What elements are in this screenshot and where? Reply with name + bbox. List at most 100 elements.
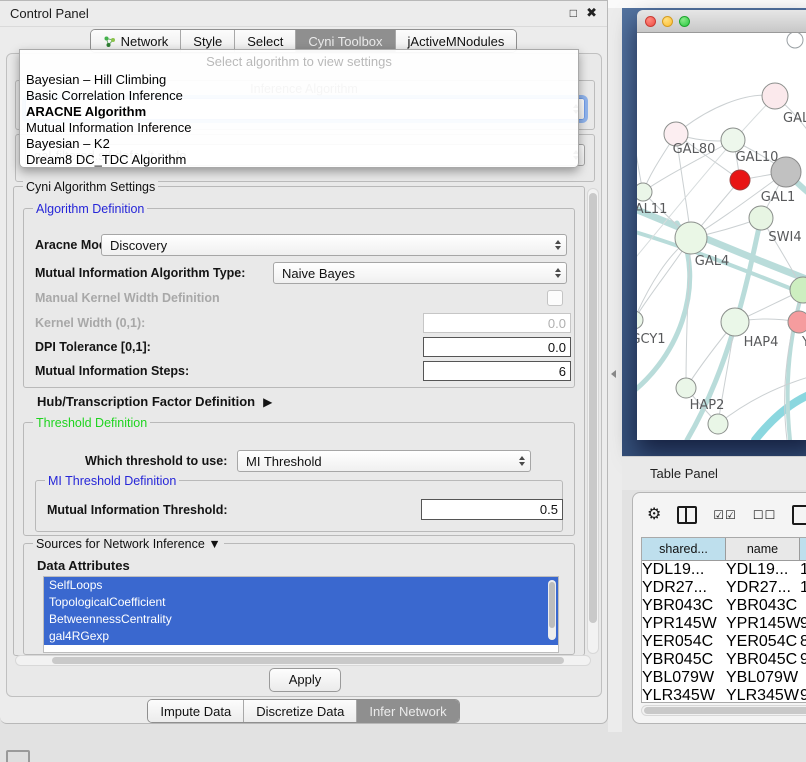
table-cell[interactable]: 9. — [800, 687, 806, 703]
network-node[interactable] — [637, 311, 643, 329]
apply-button[interactable]: Apply — [269, 668, 341, 692]
network-edge[interactable] — [755, 391, 806, 440]
network-node[interactable] — [749, 206, 773, 230]
scrollbar-thumb[interactable] — [644, 707, 806, 714]
aracne-mode-combobox[interactable]: Discovery — [101, 234, 567, 256]
column-header-shared[interactable]: shared... — [642, 538, 726, 561]
table-cell[interactable]: 9. — [800, 651, 806, 669]
float-window-icon[interactable]: □ — [570, 5, 577, 21]
algorithm-option-mutual-information-inference[interactable]: Mutual Information Inference — [26, 120, 578, 136]
table-cell[interactable]: YPR145W — [642, 615, 726, 633]
table-row[interactable]: YBR043CYBR043C — [642, 597, 806, 615]
table-row[interactable]: YER054CYER054C8. — [642, 633, 806, 651]
panel-divider[interactable] — [608, 8, 622, 732]
data-attribute-item[interactable]: gal4RGexp — [44, 628, 558, 645]
table-cell[interactable]: YLR345W — [642, 687, 726, 703]
table-cell[interactable]: YDL19... — [726, 561, 800, 579]
table-cell[interactable] — [800, 669, 806, 687]
network-node[interactable] — [676, 378, 696, 398]
network-edge[interactable] — [676, 95, 775, 134]
collapse-left-icon[interactable] — [611, 370, 616, 378]
table-row[interactable]: YLR345WYLR345W9. — [642, 687, 806, 703]
control-panel-titlebar[interactable]: Control Panel □ ✖ — [0, 1, 607, 27]
data-attribute-item[interactable]: TopologicalCoefficient — [44, 594, 558, 611]
table-cell[interactable]: YER054C — [642, 633, 726, 651]
network-node[interactable] — [788, 311, 806, 333]
new-table-icon[interactable] — [792, 505, 806, 525]
algorithm-option-bayesian-hill-climbing[interactable]: Bayesian – Hill Climbing — [26, 72, 578, 88]
algorithm-option-basic-correlation-inference[interactable]: Basic Correlation Inference — [26, 88, 578, 104]
table-cell[interactable]: YDL19... — [642, 561, 726, 579]
algorithm-option-aracne-algorithm[interactable]: ARACNE Algorithm — [26, 104, 578, 120]
network-window-titlebar[interactable] — [637, 10, 806, 33]
mi-algorithm-type-combobox[interactable]: Naive Bayes — [273, 262, 567, 284]
which-threshold-combobox[interactable]: MI Threshold — [237, 450, 531, 472]
table-cell[interactable]: YPR145W — [726, 615, 800, 633]
table-cell[interactable]: YER054C — [726, 633, 800, 651]
manual-kernel-width-checkbox[interactable] — [547, 290, 563, 306]
table-row[interactable]: YPR145WYPR145W9. — [642, 615, 806, 633]
table-cell[interactable]: YBL079W — [726, 669, 800, 687]
settings-vertical-scrollbar[interactable] — [587, 188, 599, 654]
columns-icon[interactable] — [677, 506, 697, 524]
table-row[interactable]: YBL079WYBL079W — [642, 669, 806, 687]
table-cell[interactable]: YBR043C — [726, 597, 800, 615]
network-node[interactable] — [730, 170, 750, 190]
algorithm-option-dream8-dc-tdc-algorithm[interactable]: Dream8 DC_TDC Algorithm — [26, 152, 578, 168]
network-node[interactable] — [675, 222, 707, 254]
list-scrollbar[interactable] — [548, 580, 556, 640]
table-cell[interactable]: YDR27... — [726, 579, 800, 597]
network-view-window[interactable]: GALGAL80GAL10GAL1GAL11SWI4GAL4GCY1HAP4YH… — [637, 10, 806, 440]
kernel-width-field[interactable] — [423, 313, 571, 333]
scrollbar-thumb[interactable] — [549, 582, 555, 628]
table-cell[interactable]: YBL079W — [642, 669, 726, 687]
network-node[interactable] — [762, 83, 788, 109]
table-row[interactable]: YDR27...YDR27...12 — [642, 579, 806, 597]
algorithm-option-bayesian-k2[interactable]: Bayesian – K2 — [26, 136, 578, 152]
hub-definition-disclosure[interactable]: Hub/Transcription Factor Definition▶ — [37, 394, 272, 409]
table-cell[interactable]: YBR043C — [642, 597, 726, 615]
data-attribute-item[interactable]: BetweennessCentrality — [44, 611, 558, 628]
network-node[interactable] — [721, 308, 749, 336]
network-node[interactable] — [637, 183, 652, 201]
dock-panel-icon[interactable] — [6, 750, 30, 762]
tab-discretize-data[interactable]: Discretize Data — [244, 700, 357, 722]
table-cell[interactable]: 13 — [800, 561, 806, 579]
sources-group-title[interactable]: Sources for Network Inference ▼ — [33, 537, 224, 551]
network-node[interactable] — [790, 277, 806, 303]
select-all-checkboxes-icon[interactable]: ☑☑ — [713, 508, 737, 522]
network-canvas[interactable]: GALGAL80GAL10GAL1GAL11SWI4GAL4GCY1HAP4YH… — [637, 33, 806, 440]
table-cell[interactable]: YLR345W — [726, 687, 800, 703]
mi-steps-field[interactable] — [423, 361, 571, 381]
column-header-a[interactable]: A — [800, 538, 806, 561]
tab-impute-data[interactable]: Impute Data — [148, 700, 244, 722]
zoom-button[interactable] — [679, 16, 690, 27]
close-window-icon[interactable]: ✖ — [586, 5, 597, 21]
gear-icon[interactable]: ⚙ — [647, 503, 661, 527]
deselect-all-checkboxes-icon[interactable]: ☐☐ — [753, 508, 777, 522]
minimize-button[interactable] — [662, 16, 673, 27]
scrollbar-thumb[interactable] — [589, 193, 597, 623]
network-node[interactable] — [708, 414, 728, 434]
network-node[interactable] — [787, 33, 803, 48]
table-cell[interactable]: 8. — [800, 633, 806, 651]
table-cell[interactable] — [800, 597, 806, 615]
table-row[interactable]: YBR045CYBR045C9. — [642, 651, 806, 669]
table-cell[interactable]: YDR27... — [642, 579, 726, 597]
settings-horizontal-scrollbar[interactable] — [15, 655, 591, 666]
network-node[interactable] — [721, 128, 745, 152]
table-cell[interactable]: 12 — [800, 579, 806, 597]
table-panel-titlebar[interactable]: Table Panel — [622, 456, 806, 490]
scrollbar-thumb[interactable] — [52, 657, 564, 664]
table-horizontal-scrollbar[interactable] — [641, 705, 806, 716]
close-button[interactable] — [645, 16, 656, 27]
column-header-name[interactable]: name — [726, 538, 800, 561]
table-cell[interactable]: YBR045C — [642, 651, 726, 669]
mi-threshold-field[interactable] — [421, 499, 563, 520]
dpi-tolerance-field[interactable] — [423, 337, 571, 357]
table-cell[interactable]: 9. — [800, 615, 806, 633]
tab-infer-network[interactable]: Infer Network — [357, 700, 458, 722]
table-row[interactable]: YDL19...YDL19...13 — [642, 561, 806, 579]
network-graph[interactable]: GALGAL80GAL10GAL1GAL11SWI4GAL4GCY1HAP4YH… — [637, 33, 806, 440]
data-attribute-item[interactable]: SelfLoops — [44, 577, 558, 594]
